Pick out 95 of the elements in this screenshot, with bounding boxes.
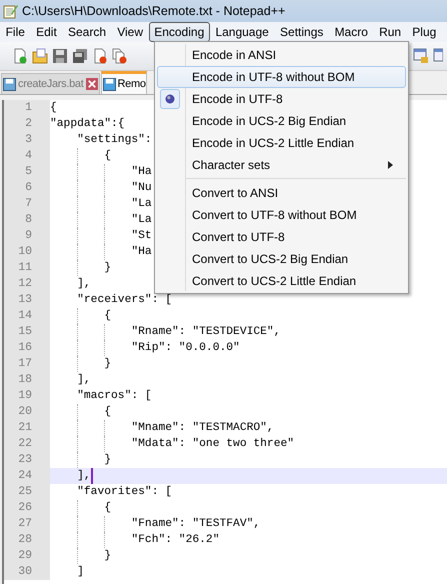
tab-label: Remo [118,78,146,90]
line-number: 5 [4,164,50,180]
file-tab[interactable]: Remo [100,71,147,94]
line-number: 18 [4,372,50,388]
code-line: ], [76,372,91,388]
line-number: 14 [4,308,50,324]
tab-label: createJars.bat [18,78,84,90]
code-line: "Ha [130,164,152,180]
line-number: 22 [4,436,50,452]
line-number: 13 [4,292,50,308]
menu-item[interactable]: Macro [328,22,374,42]
menu-item[interactable]: Settings [274,22,329,42]
menu-option[interactable]: Convert to UTF-8 [157,226,406,248]
line-number: 17 [4,356,50,372]
menu-item[interactable]: Language [210,22,274,42]
menu-item[interactable]: File [0,22,31,42]
code-line: "Rip": "0.0.0.0" [130,340,240,356]
notepad-icon [2,3,18,19]
new-file-icon[interactable] [12,48,28,64]
menu-option[interactable]: Encode in UTF-8 without BOM [157,66,406,88]
line-number: 27 [4,516,50,532]
code-line: } [103,452,112,468]
line-number: 24 [4,468,50,484]
code-line: "La [130,196,152,212]
code-line: "settings": [76,132,152,148]
line-number: 15 [4,324,50,340]
code-line: ], [76,276,91,292]
menu-option[interactable]: Encode in UCS-2 Little Endian [157,132,406,154]
code-line: "St [130,228,152,244]
code-line: } [103,356,112,372]
line-number: 23 [4,452,50,468]
line-number: 26 [4,500,50,516]
line-number: 16 [4,340,50,356]
code-line: "macros": [ [76,388,152,404]
code-line: ] [76,564,84,580]
line-number: 21 [4,420,50,436]
code-line: "Mdata": "one two three" [130,436,294,452]
line-number: 11 [4,260,50,276]
save-icon[interactable] [52,48,68,64]
code-line: { [103,308,112,324]
line-number: 12 [4,276,50,292]
code-line: "Mname": "TESTMACRO", [130,420,274,436]
code-line: { [103,404,112,420]
line-number: 8 [4,212,50,228]
line-number: 10 [4,244,50,260]
code-line: "receivers": [ [76,292,172,308]
code-line: ], [76,468,91,484]
window-title: C:\Users\H\Downloads\Remote.txt - Notepad++ [22,4,286,18]
code-line: { [103,148,112,164]
menu-option[interactable]: Convert to ANSI [157,182,406,204]
menu-option[interactable]: Encode in UTF-8 [157,88,406,110]
code-line: "Fch": "26.2" [130,532,220,548]
line-number: 29 [4,548,50,564]
menu-item[interactable]: Encoding [148,22,210,42]
line-number: 30 [4,564,50,580]
folder-icon[interactable] [32,48,48,64]
text-cursor [90,468,93,484]
window-icon[interactable] [433,48,443,64]
save-all-icon[interactable] [72,48,88,64]
menu-item[interactable]: Run [374,22,407,42]
line-number: 25 [4,484,50,500]
line-number: 7 [4,196,50,212]
close-file-icon[interactable] [92,48,108,64]
menu-item[interactable]: View [112,22,149,42]
line-number: 3 [4,132,50,148]
code-line: "Fname": "TESTFAV", [130,516,260,532]
menu-item[interactable]: Plug [406,22,442,42]
menu-option[interactable]: Convert to UCS-2 Little Endian [157,270,406,292]
code-line: { [50,100,57,116]
line-number: 19 [4,388,50,404]
lock-window-icon[interactable] [413,48,429,64]
line-number: 9 [4,228,50,244]
close-all-icon[interactable] [112,48,128,64]
code-line: "appdata":{ [50,116,125,132]
close-icon[interactable] [86,78,98,90]
code-line: } [103,548,112,564]
code-line: "La [130,212,152,228]
menu-item[interactable]: Search [62,22,112,42]
code-line: "favorites": [ [76,484,172,500]
menu-option[interactable]: Convert to UCS-2 Big Endian [157,248,406,270]
menu-option[interactable]: Character sets [157,154,406,176]
line-number: 1 [4,100,50,116]
menu-item[interactable]: Edit [30,22,62,42]
code-line: { [103,500,112,516]
menu-option[interactable]: Convert to UTF-8 without BOM [157,204,406,226]
code-line: } [103,260,112,276]
line-number: 20 [4,404,50,420]
code-line: "Rname": "TESTDEVICE", [130,324,280,340]
code-line: "Nu [130,180,152,196]
line-number: 6 [4,180,50,196]
code-line: "Ha [130,244,152,260]
line-number: 28 [4,532,50,548]
line-number: 2 [4,116,50,132]
line-number: 4 [4,148,50,164]
menu-option[interactable]: Encode in UCS-2 Big Endian [157,110,406,132]
